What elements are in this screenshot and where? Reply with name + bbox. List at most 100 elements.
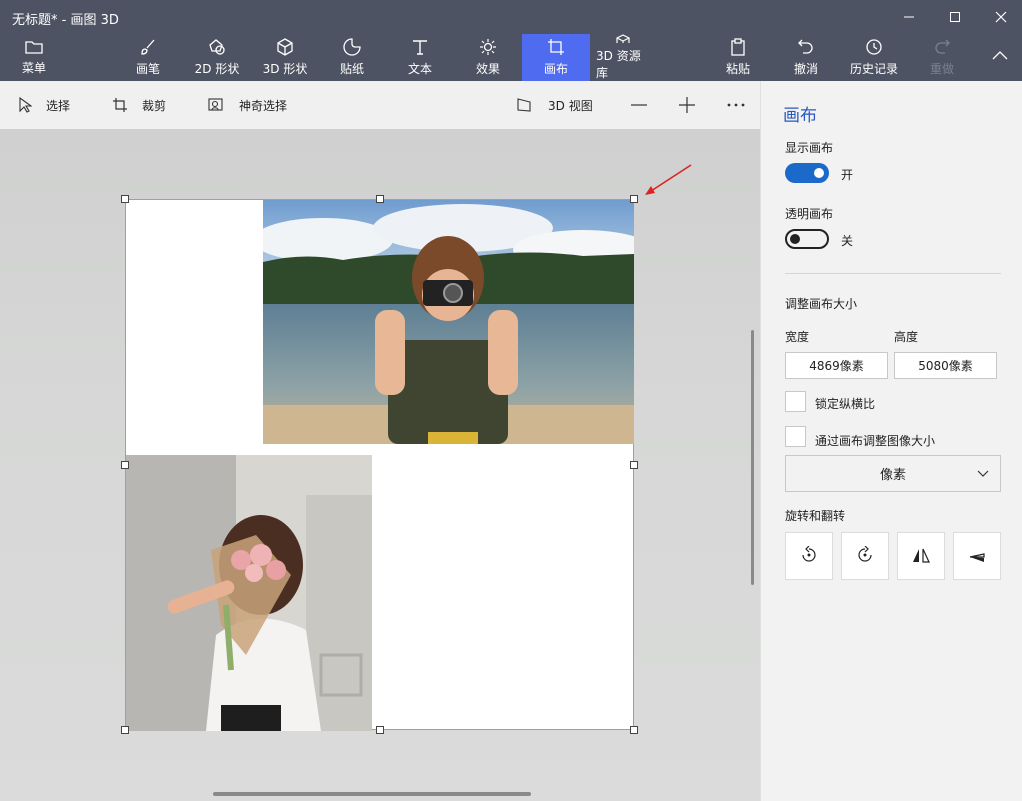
width-field[interactable]: 4869像素 xyxy=(785,352,888,379)
resize-handle-bottom-right[interactable] xyxy=(630,726,638,734)
lock-aspect-checkbox[interactable] xyxy=(785,391,806,412)
magic-select-tool[interactable]: 神奇选择 xyxy=(208,81,287,129)
paste-button[interactable]: 粘贴 xyxy=(714,34,762,81)
photo-girl-with-flowers[interactable] xyxy=(126,455,372,731)
cube-icon xyxy=(277,38,293,56)
horizontal-scrollbar[interactable] xyxy=(213,792,531,796)
transparent-canvas-label: 透明画布 xyxy=(785,207,834,221)
resize-handle-left[interactable] xyxy=(121,461,129,469)
magic-select-icon xyxy=(208,98,223,111)
view-3d-icon xyxy=(517,98,531,112)
resize-image-checkbox[interactable] xyxy=(785,426,806,447)
zoom-out-button[interactable] xyxy=(630,81,662,129)
resize-handle-top-right[interactable] xyxy=(630,195,638,203)
tab-3d-shapes-label: 3D 形状 xyxy=(262,62,308,76)
cursor-icon xyxy=(19,97,32,113)
tab-2d-shapes-label: 2D 形状 xyxy=(194,62,240,76)
undo-icon xyxy=(798,39,813,54)
photo-boy-with-camera[interactable] xyxy=(263,200,634,444)
flip-vertical-button[interactable] xyxy=(953,532,1001,580)
menu-button[interactable]: 菜单 xyxy=(10,34,58,81)
redo-label: 重做 xyxy=(929,62,954,76)
rotate-left-button[interactable] xyxy=(785,532,833,580)
toggle-knob xyxy=(814,168,824,178)
resize-handle-bottom-left[interactable] xyxy=(121,726,129,734)
resize-handle-right[interactable] xyxy=(630,461,638,469)
show-canvas-toggle[interactable] xyxy=(785,163,829,183)
resize-handle-bottom[interactable] xyxy=(376,726,384,734)
title-bar: 无标题* - 画图 3D xyxy=(0,0,1022,34)
resize-handle-top[interactable] xyxy=(376,195,384,203)
chevron-down-icon xyxy=(977,470,989,477)
ellipsis-icon xyxy=(727,103,745,107)
menu-label: 菜单 xyxy=(21,61,46,75)
tab-canvas[interactable]: 画布 xyxy=(522,34,590,81)
select-tool-label: 选择 xyxy=(46,98,71,113)
show-canvas-label: 显示画布 xyxy=(785,141,834,155)
history-icon xyxy=(866,39,882,55)
more-options-button[interactable] xyxy=(726,81,760,129)
tab-effects-label: 效果 xyxy=(475,62,500,76)
annotation-arrow-icon xyxy=(645,164,692,195)
tab-stickers-label: 贴纸 xyxy=(339,62,364,76)
drawing-canvas[interactable] xyxy=(125,199,634,731)
vertical-scrollbar[interactable] xyxy=(751,330,754,585)
redo-button[interactable]: 重做 xyxy=(918,34,966,81)
maximize-button[interactable] xyxy=(932,0,978,34)
paste-label: 粘贴 xyxy=(725,62,750,76)
show-canvas-state: 开 xyxy=(841,168,854,182)
window-title: 无标题* - 画图 3D xyxy=(12,13,119,28)
collapse-ribbon-button[interactable] xyxy=(982,34,1018,81)
chevron-up-icon xyxy=(992,50,1008,59)
flip-vertical-icon xyxy=(969,553,985,562)
zoom-in-button[interactable] xyxy=(678,81,710,129)
rotate-heading: 旋转和翻转 xyxy=(785,509,846,523)
minimize-icon xyxy=(904,16,914,18)
plus-icon xyxy=(679,97,695,113)
crop-tool-label: 裁剪 xyxy=(142,98,167,113)
minus-icon xyxy=(631,104,647,106)
close-button[interactable] xyxy=(978,0,1022,34)
width-label: 宽度 xyxy=(785,330,810,344)
rotate-right-button[interactable] xyxy=(841,532,889,580)
sun-icon xyxy=(480,39,496,55)
undo-label: 撤消 xyxy=(793,62,818,76)
panel-divider xyxy=(785,273,1001,274)
view-3d-button[interactable]: 3D 视图 xyxy=(516,81,593,129)
tab-3d-shapes[interactable]: 3D 形状 xyxy=(256,34,314,81)
crop-tool[interactable]: 裁剪 xyxy=(112,81,166,129)
rotate-right-icon xyxy=(858,546,872,562)
tab-effects[interactable]: 效果 xyxy=(464,34,512,81)
redo-icon xyxy=(935,39,950,54)
flip-horizontal-button[interactable] xyxy=(897,532,945,580)
tab-3d-library-label: 3D 资源库 xyxy=(596,49,641,80)
minimize-button[interactable] xyxy=(886,0,932,34)
brush-icon xyxy=(141,39,155,55)
resize-heading: 调整画布大小 xyxy=(785,297,858,311)
lock-aspect-label: 锁定纵横比 xyxy=(815,397,876,411)
tab-text-label: 文本 xyxy=(407,62,432,76)
select-tool[interactable]: 选择 xyxy=(18,81,70,129)
tab-text[interactable]: 文本 xyxy=(396,34,444,81)
tab-brushes-label: 画笔 xyxy=(135,62,160,76)
unit-dropdown[interactable]: 像素 xyxy=(785,455,1001,492)
close-icon xyxy=(995,11,1007,23)
tab-2d-shapes[interactable]: 2D 形状 xyxy=(188,34,246,81)
resize-handle-top-left[interactable] xyxy=(121,195,129,203)
tab-stickers[interactable]: 贴纸 xyxy=(328,34,376,81)
history-button[interactable]: 历史记录 xyxy=(846,34,902,81)
folder-icon xyxy=(25,41,43,54)
shapes-2d-icon xyxy=(209,39,225,55)
transparent-canvas-toggle[interactable] xyxy=(785,229,829,249)
resize-image-label: 通过画布调整图像大小 xyxy=(815,434,936,448)
canvas-toolbar: 选择 裁剪 神奇选择 3D 视图 xyxy=(0,81,760,129)
crop-icon xyxy=(113,98,127,112)
girl-photo-image xyxy=(126,455,372,731)
tab-brushes[interactable]: 画笔 xyxy=(124,34,172,81)
flip-horizontal-icon xyxy=(913,548,930,563)
height-field[interactable]: 5080像素 xyxy=(894,352,997,379)
undo-button[interactable]: 撤消 xyxy=(782,34,830,81)
tab-3d-library[interactable]: 3D 资源库 xyxy=(596,34,652,81)
history-label: 历史记录 xyxy=(849,62,898,76)
unit-selected: 像素 xyxy=(879,468,906,483)
